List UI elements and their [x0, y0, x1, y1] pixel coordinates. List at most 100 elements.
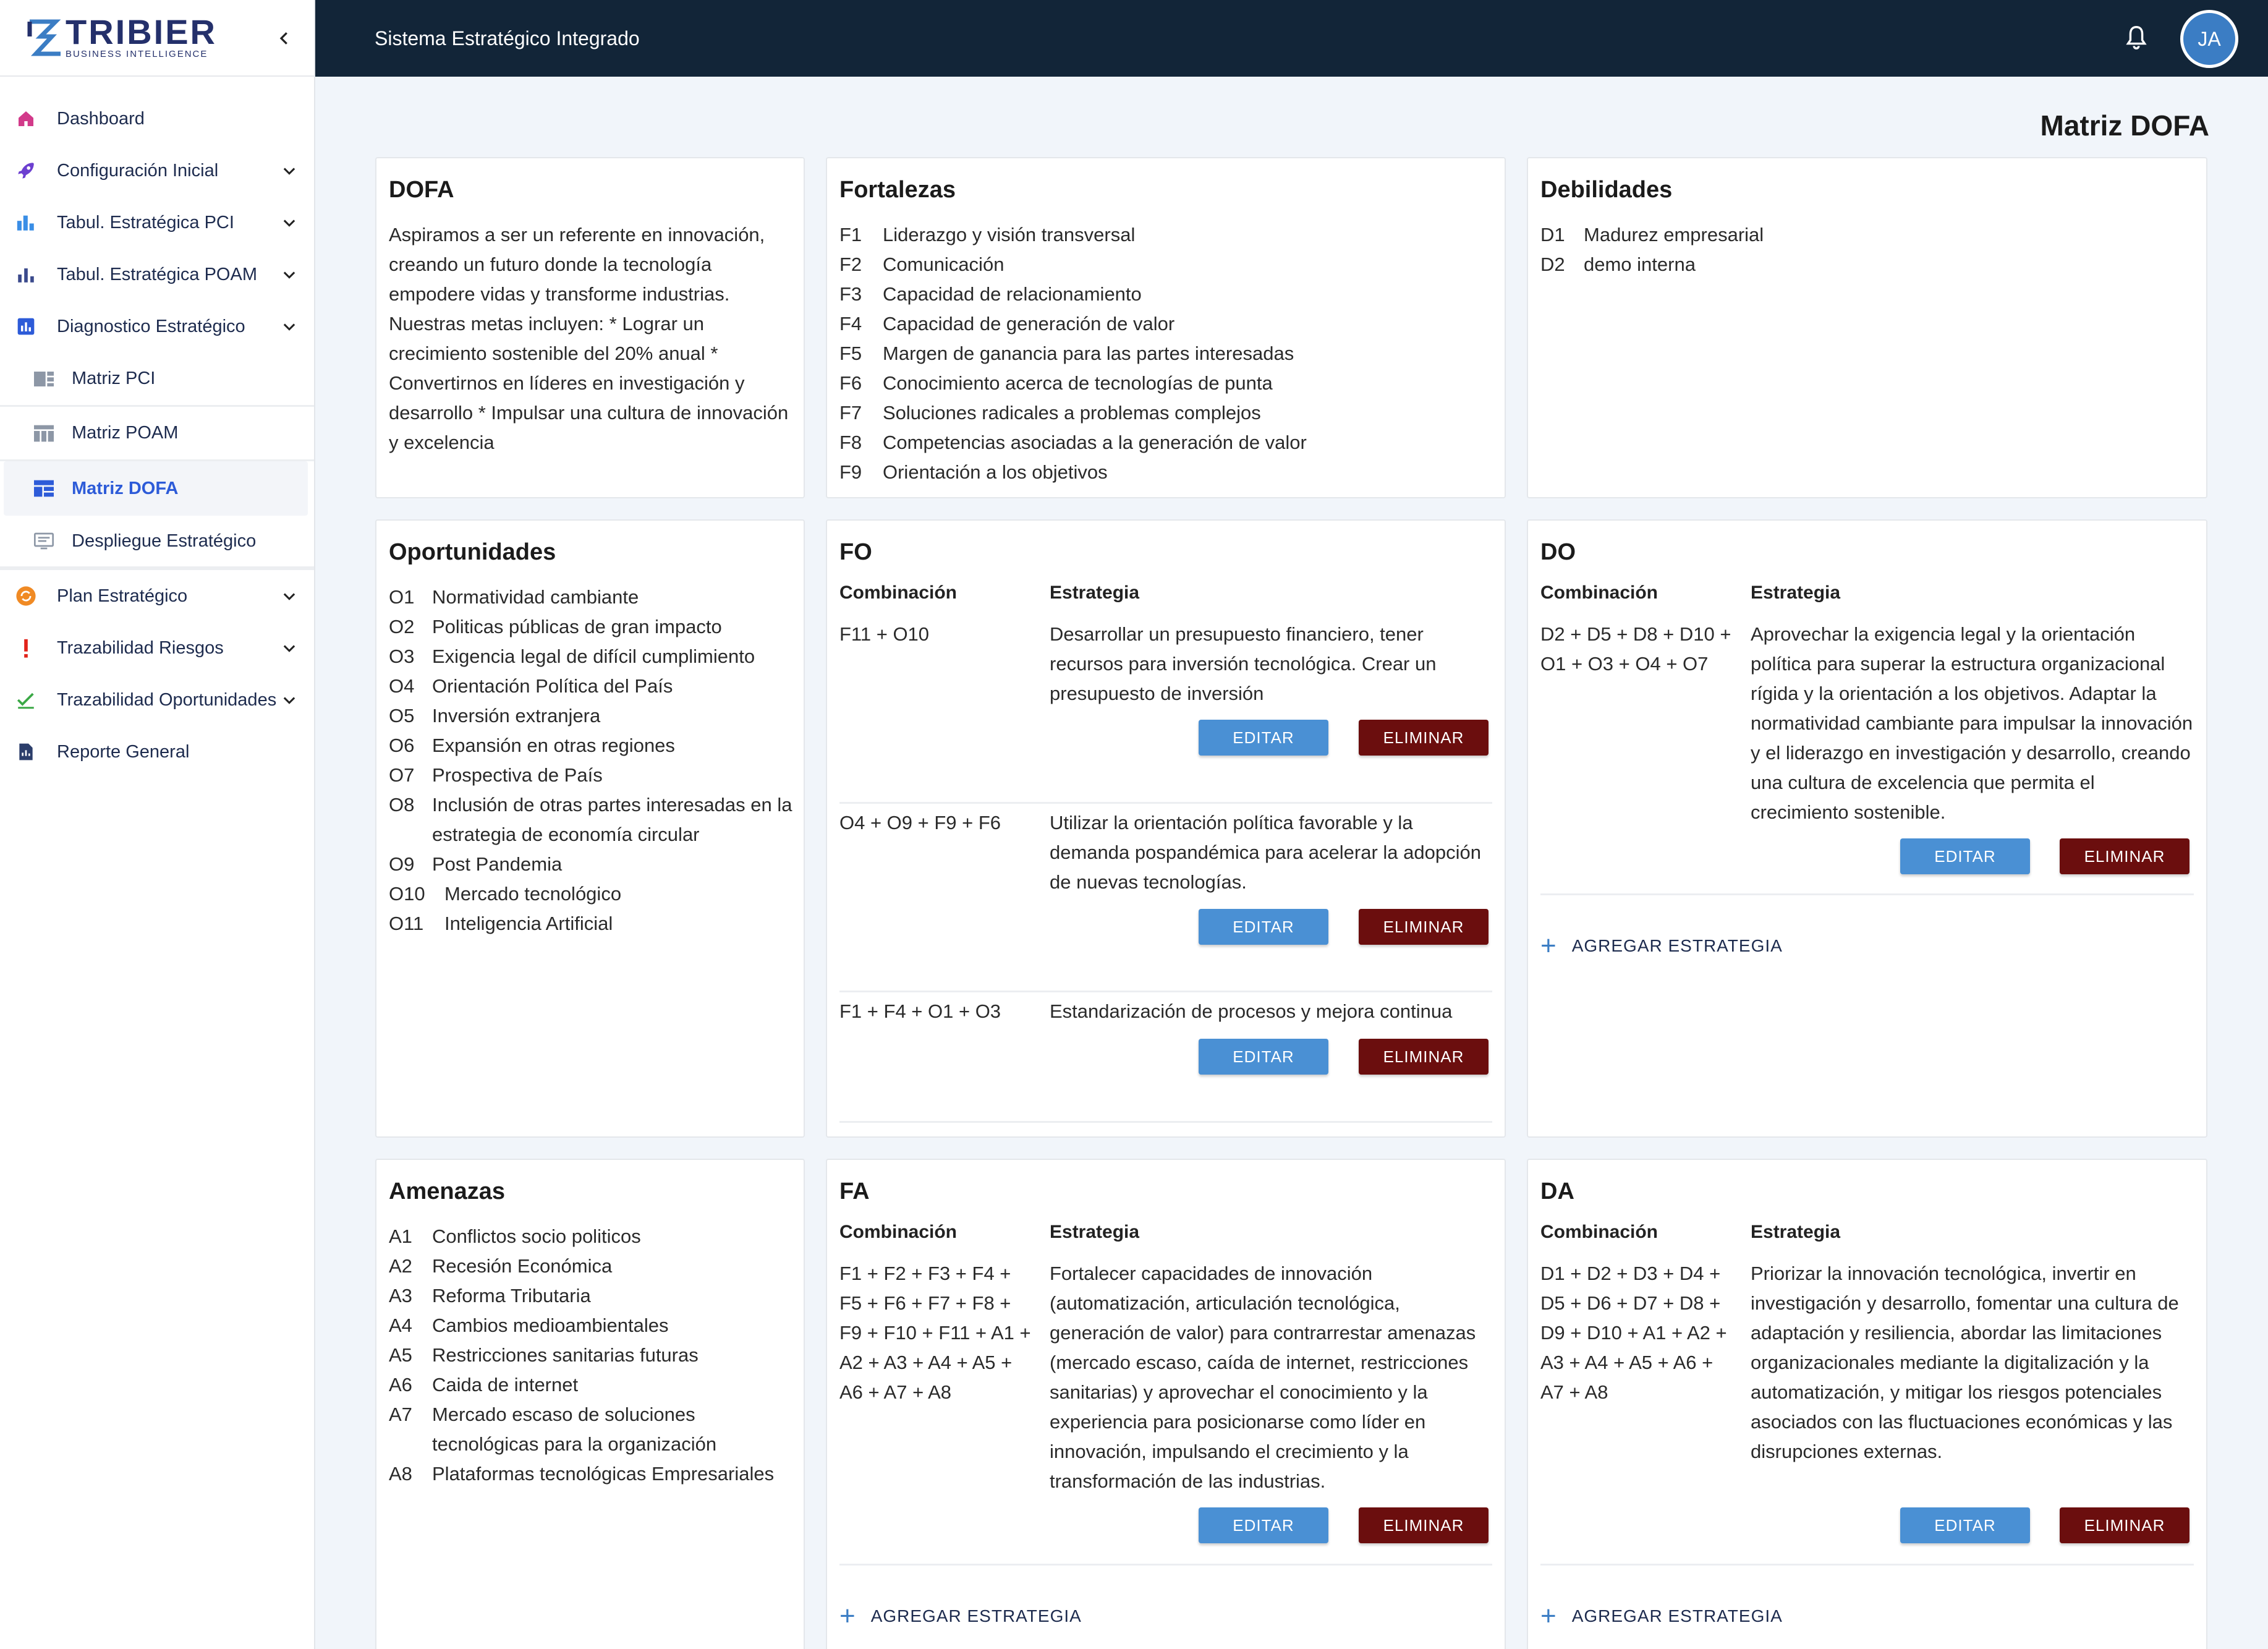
edit-button[interactable]: EDITAR [1900, 838, 2030, 874]
sidebar-item-label: Tabul. Estratégica POAM [57, 264, 257, 284]
list-item-text: Competencias asociadas a la generación d… [883, 432, 1307, 453]
add-strategy-button[interactable]: + AGREGAR ESTRATEGIA [839, 1601, 1082, 1631]
chevron-down-icon[interactable] [277, 636, 302, 660]
list-item-code: O5 [389, 705, 415, 726]
list-item-code: O6 [389, 735, 415, 756]
sidebar-item-label: Plan Estratégico [57, 586, 188, 606]
list-item-text: Orientación Política del País [432, 675, 673, 697]
notifications-bell-icon[interactable] [2122, 23, 2151, 52]
strategy-combination: D1 + D2 + D3 + D4 + D5 + D6 + D7 + D8 + … [1540, 1263, 1727, 1403]
strategy-combination: O4 + O9 + F9 + F6 [839, 812, 1001, 833]
edit-button[interactable]: EDITAR [1900, 1507, 2030, 1543]
list-item-code: D1 [1540, 224, 1565, 245]
list-item: F3 Capacidad de relacionamiento [839, 279, 1495, 309]
list-item: O7 Prospectiva de País [389, 761, 794, 790]
column-header-estrategia: Estrategia [1050, 1222, 1140, 1242]
delete-button[interactable]: ELIMINAR [1359, 720, 1489, 756]
list-item-text: Normatividad cambiante [432, 586, 639, 608]
collapse-sidebar-button[interactable] [270, 23, 299, 53]
list-item-text: Mercado tecnológico [444, 883, 622, 905]
edit-button[interactable]: EDITAR [1199, 1507, 1328, 1543]
list-item-code: A2 [389, 1255, 412, 1277]
card-title: DA [1540, 1178, 1574, 1204]
fortalezas-card: Fortalezas F1 Liderazgo y visión transver… [826, 157, 1506, 498]
strategy-text: Desarrollar un presupuesto financiero, t… [1050, 623, 1437, 704]
chevron-down-icon[interactable] [277, 688, 302, 712]
list-item: O5 Inversión extranjera [389, 701, 794, 731]
chevron-down-icon[interactable] [277, 210, 302, 235]
list-item-code: O10 [389, 883, 425, 905]
dashboard-grid-icon [31, 367, 57, 391]
list-item: A7 Mercado escaso de soluciones tecnológi… [389, 1400, 794, 1459]
sidebar-subitem-matriz-pci[interactable]: Matriz PCI [0, 352, 314, 407]
strategy-text: Aprovechar la exigencia legal y la orien… [1751, 623, 2193, 823]
list-item: O8 Inclusión de otras partes interesadas … [389, 790, 794, 850]
debilidades-card: Debilidades D1 Madurez empresarial D2 demo … [1527, 157, 2207, 498]
edit-button[interactable]: EDITAR [1199, 720, 1328, 756]
list-item-code: F5 [839, 343, 862, 364]
chevron-down-icon[interactable] [277, 158, 302, 183]
exclamation-icon [14, 636, 38, 660]
chevron-down-icon[interactable] [277, 584, 302, 608]
sidebar-item-tabul-pci[interactable]: Tabul. Estratégica PCI [0, 197, 314, 249]
card-title: DOFA [389, 177, 454, 203]
list-item-code: F8 [839, 432, 862, 453]
sidebar-subitem-matriz-dofa[interactable]: Matriz DOFA [4, 461, 308, 516]
list-item-text: Politicas públicas de gran impacto [432, 616, 722, 637]
sidebar-item-dashboard[interactable]: Dashboard [0, 93, 314, 145]
plus-icon: + [839, 1601, 856, 1631]
list-item-code: A6 [389, 1374, 412, 1395]
list-item-text: Margen de ganancia para las partes inter… [883, 343, 1294, 364]
delete-button[interactable]: ELIMINAR [1359, 1039, 1489, 1075]
list-item-text: Cambios medioambientales [432, 1315, 669, 1336]
sidebar-nav: Dashboard Configuración Inicial Tabul. E… [0, 77, 314, 778]
user-avatar[interactable]: JA [2180, 10, 2238, 68]
sidebar-item-plan-estrategico[interactable]: Plan Estratégico [0, 570, 314, 622]
sidebar-item-trazabilidad-oportunidades[interactable]: Trazabilidad Oportunidades [0, 674, 314, 726]
sidebar-item-configuracion[interactable]: Configuración Inicial [0, 145, 314, 197]
list-item-code: F1 [839, 224, 862, 245]
brand-name: TRIBIER [66, 12, 217, 51]
tribier-logo-icon [27, 18, 63, 58]
sidebar-item-reporte-general[interactable]: Reporte General [0, 726, 314, 778]
chevron-down-icon[interactable] [277, 262, 302, 287]
column-header-combinacion: Combinación [839, 1222, 958, 1242]
list-item-code: O7 [389, 764, 415, 786]
sidebar: TRIBIER BUSINESS INTELLIGENCE Dashboard … [0, 0, 315, 1649]
bar-chart-icon [14, 262, 38, 287]
delete-button[interactable]: ELIMINAR [2060, 838, 2189, 874]
list-item: O2 Politicas públicas de gran impacto [389, 612, 794, 642]
debilidades-list: D1 Madurez empresarial D2 demo interna [1540, 220, 2196, 279]
chevron-down-icon[interactable] [277, 314, 302, 339]
sidebar-item-trazabilidad-riesgos[interactable]: Trazabilidad Riesgos [0, 622, 314, 674]
list-item: A8 Plataformas tecnológicas Empresariales [389, 1459, 794, 1489]
list-item: O4 Orientación Política del País [389, 671, 794, 701]
dofa-card: DOFA Aspiramos a ser un referente en inn… [375, 157, 805, 498]
delete-button[interactable]: ELIMINAR [1359, 909, 1489, 945]
edit-button[interactable]: EDITAR [1199, 1039, 1328, 1075]
add-strategy-button[interactable]: + AGREGAR ESTRATEGIA [1540, 932, 1783, 960]
add-strategy-label: AGREGAR ESTRATEGIA [1571, 936, 1783, 955]
column-header-combinacion: Combinación [1540, 1222, 1659, 1242]
list-item-text: Conocimiento acerca de tecnologías de pu… [883, 372, 1273, 394]
sidebar-subitem-despliegue[interactable]: Despliegue Estratégico [0, 516, 314, 570]
quilt-icon [31, 476, 57, 501]
list-item-text: Plataformas tecnológicas Empresariales [432, 1463, 775, 1485]
card-title: Oportunidades [389, 539, 556, 565]
list-item: A4 Cambios medioambientales [389, 1311, 794, 1340]
strategy-text: Utilizar la orientación política favorab… [1050, 812, 1481, 893]
sidebar-item-diagnostico[interactable]: Diagnostico Estratégico [0, 300, 314, 352]
edit-button[interactable]: EDITAR [1199, 909, 1328, 945]
sidebar-subitem-matriz-poam[interactable]: Matriz POAM [0, 407, 314, 461]
list-item-code: O2 [389, 616, 415, 637]
home-icon [14, 106, 38, 131]
sidebar-item-tabul-poam[interactable]: Tabul. Estratégica POAM [0, 249, 314, 300]
brand-logo[interactable]: TRIBIER BUSINESS INTELLIGENCE [0, 0, 314, 77]
delete-button[interactable]: ELIMINAR [1359, 1507, 1489, 1543]
list-item: A3 Reforma Tributaria [389, 1281, 794, 1311]
delete-button[interactable]: ELIMINAR [2060, 1507, 2189, 1543]
add-strategy-button[interactable]: + AGREGAR ESTRATEGIA [1540, 1603, 1783, 1630]
strategy-text: Priorizar la innovación tecnológica, inv… [1751, 1263, 2179, 1462]
list-item-code: F9 [839, 461, 862, 483]
card-title: DO [1540, 539, 1576, 565]
